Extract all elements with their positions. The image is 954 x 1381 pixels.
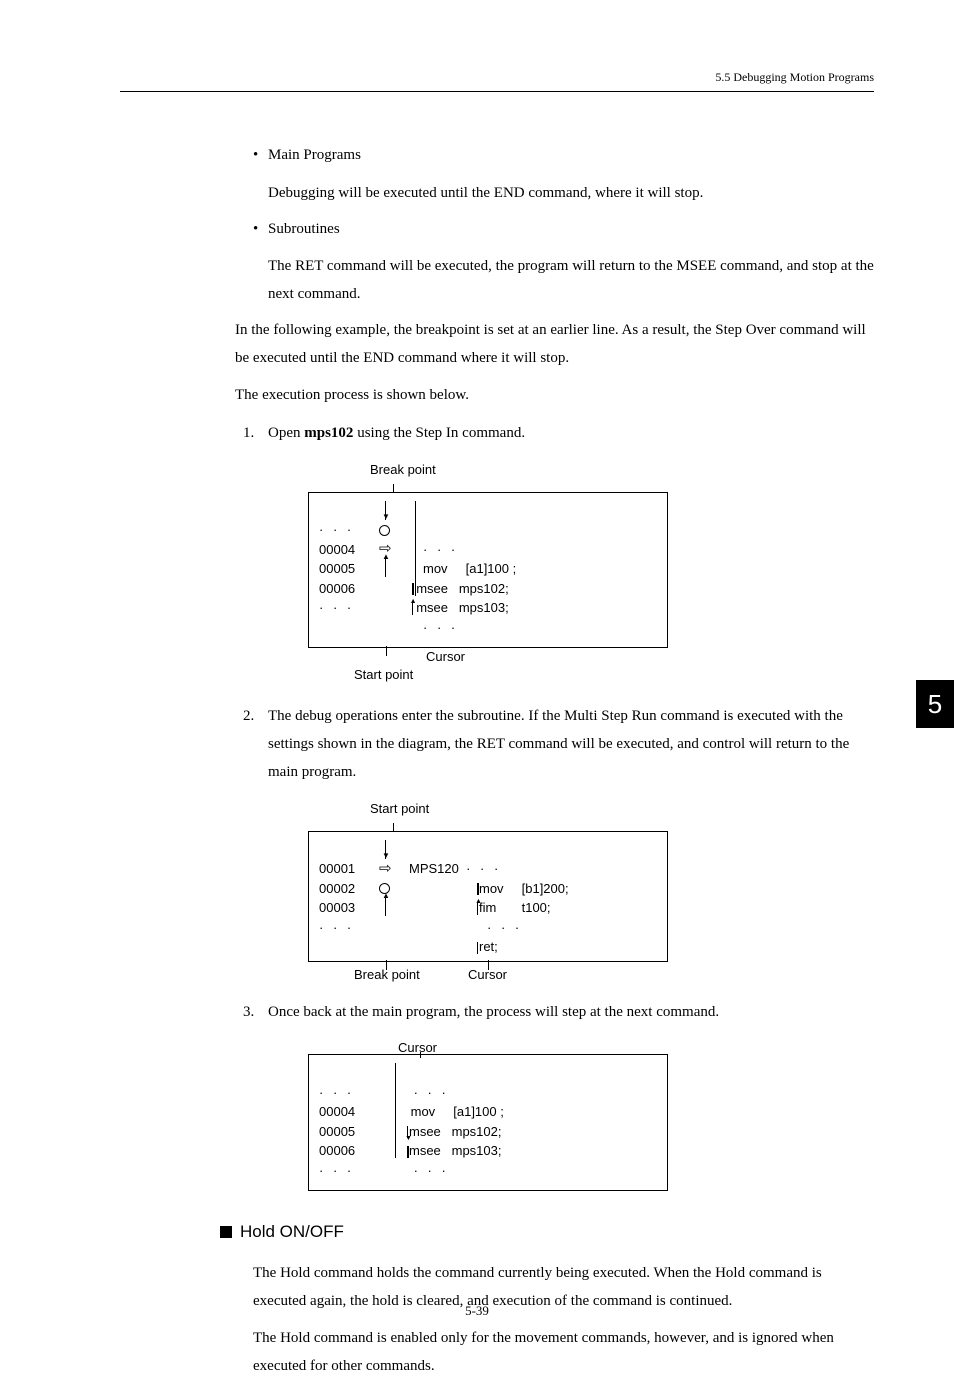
diag3-nums: · · · 00004 00005 00006 · · · — [319, 1063, 389, 1180]
diag2-code: MPS120 · · · mov [b1]200; ▲fim t100; · ·… — [409, 840, 657, 957]
bullet-main-programs: Main Programs — [253, 142, 874, 170]
step-1: Open mps102 using the Step In command. B… — [243, 420, 874, 688]
diag1-marks: ▼ ⇨ ▲ — [379, 501, 409, 638]
diag2-cursor-label: Cursor — [468, 966, 507, 984]
diag1-bottom: Cursor Start point — [338, 648, 668, 688]
subroutines-text: The RET command will be executed, the pr… — [268, 253, 874, 309]
diag1-tick — [393, 484, 395, 492]
step1-bold: mps102 — [304, 425, 353, 441]
diag2-marks: ▼ ⇨ ▲ — [379, 840, 409, 957]
diagram-1: Break point · · · 00004 00005 00006 · · … — [308, 458, 668, 689]
step1-pre: Open — [268, 425, 304, 441]
main-content: Main Programs Debugging will be executed… — [235, 142, 874, 1381]
diagram-2: Start point 00001 00002 00003 · · · ▼ ⇨ … — [308, 797, 668, 984]
step-3: Once back at the main program, the proce… — [243, 999, 874, 1192]
diag1-box: · · · 00004 00005 00006 · · · ▼ ⇨ ▲ · · … — [308, 492, 668, 649]
diag1-code: · · · mov [a1]100 ; msee mps102; ▲ msee … — [409, 501, 516, 638]
bullet-list: Main Programs — [253, 142, 874, 170]
bullet-label: Main Programs — [268, 147, 361, 163]
square-bullet-icon — [220, 1226, 232, 1238]
page-number: 5-39 — [0, 1303, 954, 1319]
step2-text: The debug operations enter the subroutin… — [268, 708, 849, 780]
diag1-start-label: Start point — [354, 666, 413, 684]
diag2-bottom: Break point Cursor — [338, 962, 668, 984]
hold-section-heading: Hold ON/OFF — [220, 1216, 874, 1247]
arrow-right-icon: ⇨ — [379, 861, 392, 876]
hold-p2: The Hold command is enabled only for the… — [253, 1325, 874, 1381]
bullet-subroutines: Subroutines — [253, 216, 874, 244]
step3-text: Once back at the main program, the proce… — [268, 1004, 719, 1020]
bullet-list-2: Subroutines — [253, 216, 874, 244]
diag2-box: 00001 00002 00003 · · · ▼ ⇨ ▲ MPS120 · ·… — [308, 831, 668, 962]
breakpoint-icon — [379, 525, 390, 536]
main-programs-text: Debugging will be executed until the END… — [268, 180, 874, 208]
para-exec: The execution process is shown below. — [235, 382, 874, 410]
section-header: 5.5 Debugging Motion Programs — [120, 70, 874, 85]
numbered-steps: Open mps102 using the Step In command. B… — [243, 420, 874, 1191]
diag2-start-label: Start point — [370, 797, 668, 821]
step-2: The debug operations enter the subroutin… — [243, 703, 874, 983]
diag2-break-label: Break point — [354, 966, 420, 984]
diag2-tick — [393, 823, 395, 831]
diagram-3: Cursor · · · 00004 00005 00006 · · · · ·… — [308, 1036, 668, 1191]
chapter-tab: 5 — [916, 680, 954, 728]
diag2-nums: 00001 00002 00003 · · · — [319, 840, 379, 957]
top-rule — [120, 91, 874, 92]
para-example: In the following example, the breakpoint… — [235, 317, 874, 373]
diag1-nums: · · · 00004 00005 00006 · · · — [319, 501, 379, 638]
diag3-code: · · · mov [a1]100 ; ▼msee mps102; msee m… — [407, 1063, 504, 1180]
diag1-break-label: Break point — [370, 458, 668, 482]
bullet-label: Subroutines — [268, 221, 340, 237]
step1-post: using the Step In command. — [353, 425, 525, 441]
diag1-cursor-label: Cursor — [426, 648, 465, 666]
diag3-box: · · · 00004 00005 00006 · · · · · · mov … — [308, 1054, 668, 1191]
hold-title: Hold ON/OFF — [240, 1216, 344, 1247]
